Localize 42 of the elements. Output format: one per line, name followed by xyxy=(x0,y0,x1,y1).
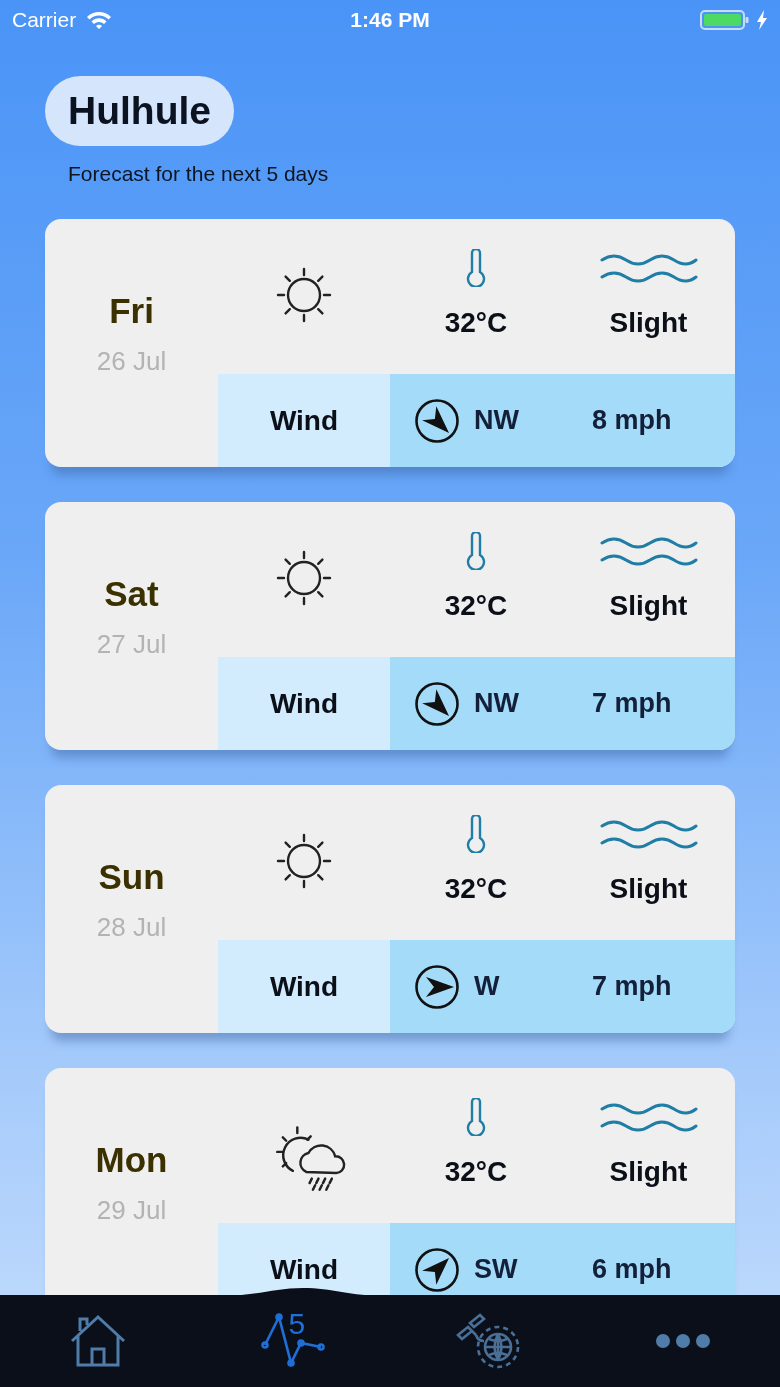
charging-icon xyxy=(756,9,768,31)
wind-label: Wind xyxy=(218,1223,390,1295)
battery-icon xyxy=(700,9,750,31)
wind-label: Wind xyxy=(218,940,390,1033)
date-label: 28 Jul xyxy=(96,912,167,943)
date-label: 26 Jul xyxy=(96,346,167,377)
wind-direction: NW xyxy=(474,405,520,436)
more-icon xyxy=(654,1333,711,1349)
wifi-icon xyxy=(86,10,113,30)
day-name: Sat xyxy=(104,574,159,614)
temperature-value: 32°C xyxy=(444,307,508,339)
tab-button[interactable]: 5 xyxy=(195,1301,390,1381)
wind-label: Wind xyxy=(218,374,390,467)
wind-speed: 6 mph xyxy=(592,1254,672,1285)
temperature-value: 32°C xyxy=(444,1156,508,1188)
wind-speed: 7 mph xyxy=(592,971,672,1002)
day-name: Fri xyxy=(109,291,154,331)
carrier-name: Carrier xyxy=(12,8,77,32)
forecast-subtitle: Forecast for the next 5 days xyxy=(68,162,330,186)
temperature-value: 32°C xyxy=(444,590,508,622)
temperature-value: 32°C xyxy=(444,873,508,905)
wind-label: Wind xyxy=(218,657,390,750)
wind-direction: W xyxy=(474,971,501,1002)
sea-state: Slight xyxy=(609,873,688,905)
wind-direction: NW xyxy=(474,688,520,719)
day-name: Sun xyxy=(98,857,165,897)
sea-state: Slight xyxy=(609,1156,688,1188)
day-name: Mon xyxy=(95,1140,168,1180)
thermometer-icon xyxy=(465,815,487,853)
wind-speed: 8 mph xyxy=(592,405,672,436)
sea-state: Slight xyxy=(609,307,688,339)
wind-speed: 7 mph xyxy=(592,688,672,719)
thermometer-icon xyxy=(465,249,487,287)
thermometer-icon xyxy=(465,1098,487,1136)
thermometer-icon xyxy=(465,532,487,570)
date-label: 29 Jul xyxy=(96,1195,167,1226)
wind-direction: SW xyxy=(474,1254,519,1285)
status-time: 1:46 PM xyxy=(349,8,431,32)
location-title: Hulhule xyxy=(45,76,234,146)
sea-state: Slight xyxy=(609,590,688,622)
line-chart-icon xyxy=(260,1313,325,1369)
date-label: 27 Jul xyxy=(96,629,167,660)
